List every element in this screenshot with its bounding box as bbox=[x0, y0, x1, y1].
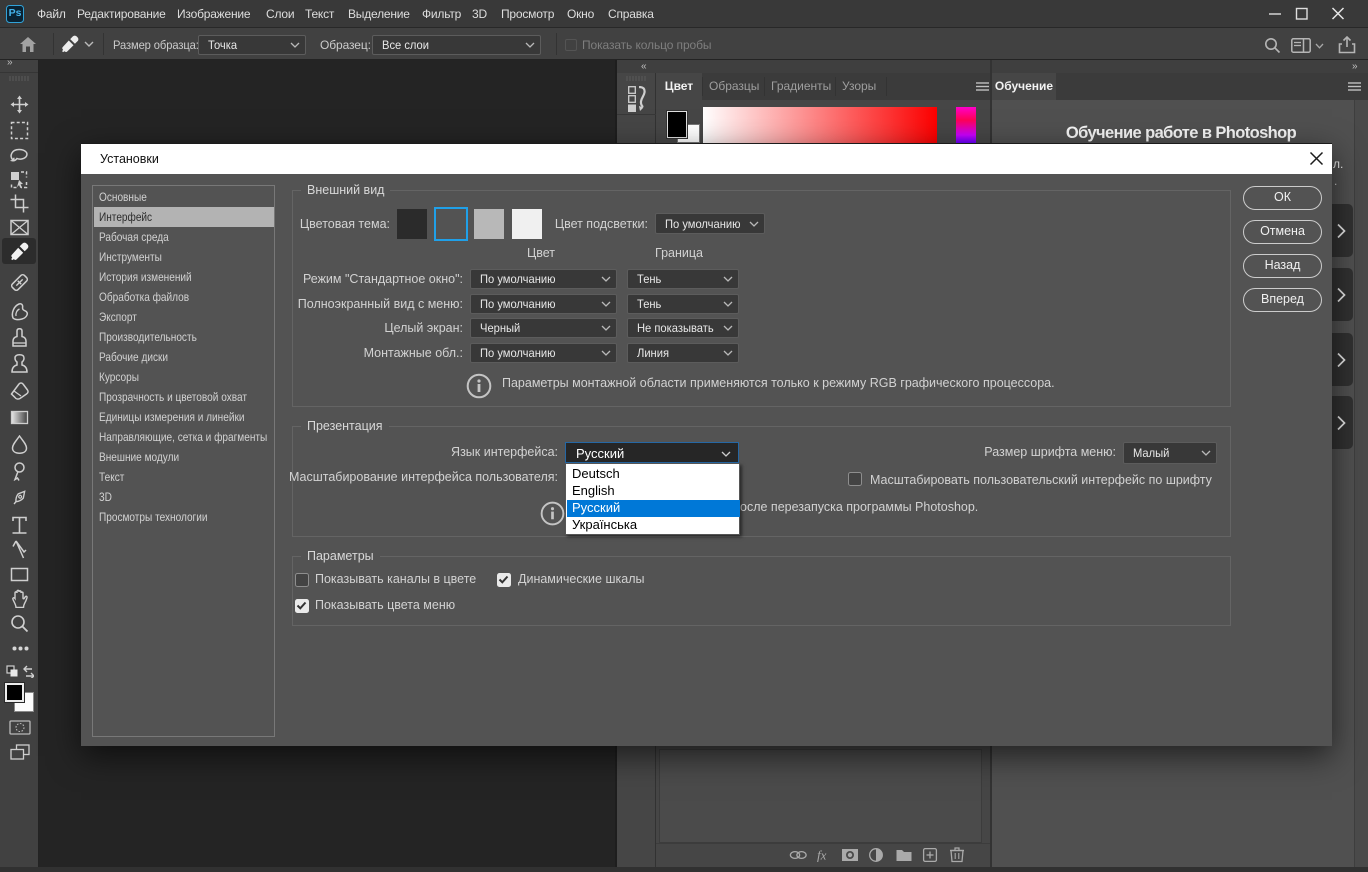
svg-text:fx: fx bbox=[817, 848, 827, 863]
